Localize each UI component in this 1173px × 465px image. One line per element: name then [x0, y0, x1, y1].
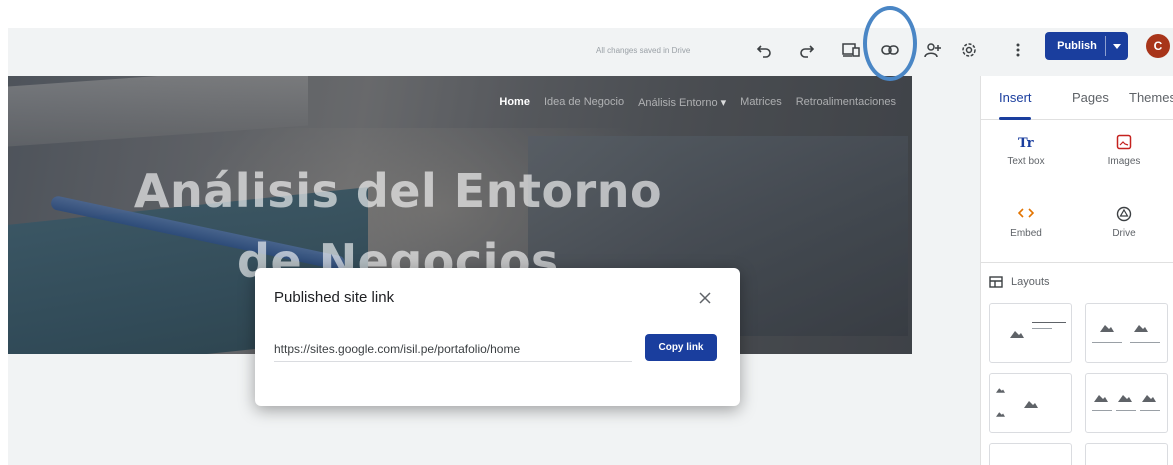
app-root: All changes saved in Drive Publish C Hom… — [0, 0, 1173, 465]
toolbar — [8, 28, 1173, 76]
layout-line — [1092, 410, 1112, 411]
layout-option-4[interactable] — [1085, 373, 1168, 433]
nav-item-home[interactable]: Home — [499, 96, 530, 109]
undo-icon[interactable] — [750, 36, 778, 64]
layout-image-icon — [996, 388, 1005, 393]
insert-text-box[interactable]: Tr Text box — [991, 134, 1061, 167]
embed-label: Embed — [1010, 228, 1042, 239]
insert-panel: Insert Pages Themes Tr Text box Images E… — [980, 76, 1173, 465]
insert-drive[interactable]: Drive — [1089, 206, 1159, 239]
layout-image-icon — [996, 412, 1005, 417]
layout-image-icon — [1118, 395, 1132, 402]
layout-line — [1116, 410, 1136, 411]
embed-icon — [991, 206, 1061, 224]
layouts-header[interactable]: Layouts — [989, 276, 1050, 288]
active-tab-indicator — [999, 117, 1031, 120]
dialog-title: Published site link — [274, 289, 395, 306]
tab-themes[interactable]: Themes — [1129, 90, 1173, 105]
nav-item-matrices[interactable]: Matrices — [740, 96, 782, 109]
images-label: Images — [1107, 156, 1141, 167]
layout-line — [1130, 342, 1160, 343]
publish-label: Publish — [1057, 40, 1097, 52]
layout-line — [1092, 342, 1122, 343]
close-icon[interactable] — [695, 288, 715, 308]
redo-icon[interactable] — [793, 36, 821, 64]
insert-images[interactable]: Images — [1089, 134, 1159, 167]
layout-image-icon — [1024, 401, 1038, 408]
nav-item-retro[interactable]: Retroalimentaciones — [796, 96, 896, 109]
nav-item-analisis[interactable]: Análisis Entorno — [638, 96, 726, 109]
share-icon[interactable] — [919, 36, 947, 64]
tab-pages[interactable]: Pages — [1072, 90, 1109, 105]
save-status: All changes saved in Drive — [596, 46, 691, 55]
layout-image-icon — [1010, 331, 1024, 338]
settings-icon[interactable] — [955, 36, 983, 64]
insert-embed[interactable]: Embed — [991, 206, 1061, 239]
layout-line — [1032, 322, 1066, 323]
panel-tabs: Insert Pages Themes — [981, 76, 1173, 120]
published-link-dialog: Published site link https://sites.google… — [255, 268, 740, 406]
site-nav: Home Idea de Negocio Análisis Entorno Ma… — [499, 96, 896, 109]
drive-label: Drive — [1112, 228, 1136, 239]
svg-text:Tr: Tr — [1018, 136, 1034, 150]
text-box-label: Text box — [1007, 156, 1045, 167]
tab-insert[interactable]: Insert — [999, 90, 1032, 105]
layout-image-icon — [1094, 395, 1108, 402]
link-icon[interactable] — [876, 36, 904, 64]
layouts-label: Layouts — [1011, 276, 1050, 288]
layout-image-icon — [1142, 395, 1156, 402]
nav-item-idea[interactable]: Idea de Negocio — [544, 96, 624, 109]
layout-option-6[interactable] — [1085, 443, 1168, 465]
layout-image-icon — [1134, 325, 1148, 332]
layout-line — [1032, 328, 1052, 329]
layouts-icon — [989, 276, 1003, 288]
layout-option-3[interactable] — [989, 373, 1072, 433]
publish-dropdown-icon[interactable] — [1106, 43, 1128, 49]
text-box-icon: Tr — [991, 134, 1061, 152]
images-icon — [1089, 134, 1159, 152]
avatar[interactable]: C — [1146, 34, 1170, 58]
layout-option-1[interactable] — [989, 303, 1072, 363]
layout-line — [1140, 410, 1160, 411]
layout-option-5[interactable] — [989, 443, 1072, 465]
site-url-field[interactable]: https://sites.google.com/isil.pe/portafo… — [274, 342, 632, 362]
drive-icon — [1089, 206, 1159, 224]
layout-option-2[interactable] — [1085, 303, 1168, 363]
copy-link-button[interactable]: Copy link — [645, 334, 717, 361]
publish-button[interactable]: Publish — [1045, 32, 1128, 60]
panel-divider — [981, 262, 1173, 263]
more-icon[interactable] — [1004, 36, 1032, 64]
layout-image-icon — [1100, 325, 1114, 332]
preview-icon[interactable] — [837, 36, 865, 64]
